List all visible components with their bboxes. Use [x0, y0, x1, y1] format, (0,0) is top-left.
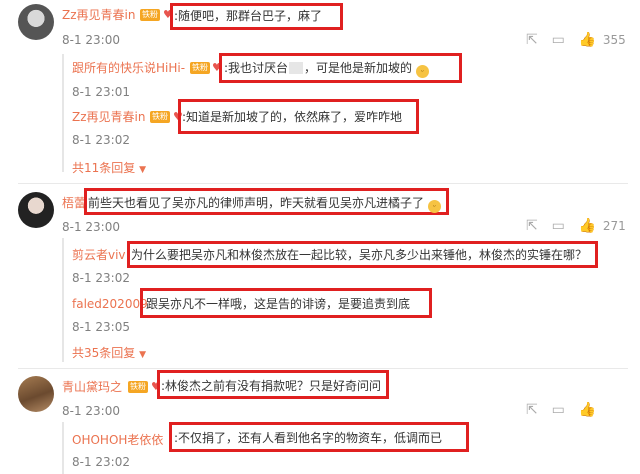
comment-actions: ⇱ ▭ 👍 [516, 402, 596, 418]
reply-text-part: ，可是他是新加坡的 [304, 61, 413, 75]
reply-time: 8-1 23:02 [72, 271, 130, 285]
reply-username[interactable]: OHOHOH老依依 [72, 433, 163, 447]
like-count: 355 [602, 33, 626, 47]
more-replies-label: 共35条回复 [72, 346, 136, 360]
comment-username[interactable]: 青山黛玛之 [62, 380, 122, 394]
reply-time: 8-1 23:02 [72, 133, 130, 147]
reply-text: 跟吴亦凡不一样哦，这是告的诽谤，是要追责到底 [146, 297, 411, 311]
avatar[interactable] [18, 4, 54, 40]
reply-username[interactable]: Zz再见青春in [72, 110, 145, 124]
share-icon[interactable]: ⇱ [526, 402, 538, 418]
more-replies-link[interactable]: 共35条回复 ▼ [72, 346, 146, 362]
like-icon[interactable]: 👍 [579, 402, 596, 418]
share-icon[interactable]: ⇱ [526, 218, 538, 234]
chevron-down-icon: ▼ [139, 350, 147, 360]
comment-time: 8-1 23:00 [62, 33, 120, 47]
more-replies-label: 共11条回复 [72, 161, 136, 175]
reply-thread-line [62, 238, 64, 362]
comment-icon[interactable]: ▭ [552, 32, 565, 48]
reply-time: 8-1 23:01 [72, 85, 130, 99]
smile-emoji-icon: ᵕ [415, 65, 429, 78]
fan-badge: 铁粉 [190, 62, 210, 74]
more-replies-link[interactable]: 共11条回复 ▼ [72, 161, 146, 177]
comment-text: :林俊杰之前有没有捐款呢？只是好奇问问 [161, 379, 382, 393]
comment-time: 8-1 23:00 [62, 220, 120, 234]
smile-emoji-icon: ᵕ [427, 200, 441, 213]
divider [18, 183, 628, 184]
comment-text: 前些天也看见了吴亦凡的律师声明，昨天就看见吴亦凡进橘子了 ᵕ [88, 196, 441, 213]
fan-badge: 铁粉 [128, 381, 148, 393]
reply-thread-line [62, 422, 64, 474]
reply-time: 8-1 23:02 [72, 455, 130, 469]
comment-time: 8-1 23:00 [62, 404, 120, 418]
reply-thread-line [62, 54, 64, 172]
comment-username[interactable]: Zz再见青春in [62, 8, 135, 22]
chevron-down-icon: ▼ [139, 165, 147, 175]
reply-time: 8-1 23:05 [72, 320, 130, 334]
avatar[interactable] [18, 192, 54, 228]
like-count: 271 [602, 219, 626, 233]
reply-text: :知道是新加坡了的，依然麻了，爱咋咋地 [182, 110, 403, 124]
fan-badge: 铁粉 [150, 111, 170, 123]
like-icon[interactable]: 👍 [579, 218, 596, 234]
reply-username[interactable]: 跟所有的快乐说HiHi- [72, 61, 185, 75]
comment-icon[interactable]: ▭ [552, 402, 565, 418]
like-icon[interactable]: 👍 [579, 32, 596, 48]
comment-icon[interactable]: ▭ [552, 218, 565, 234]
avatar[interactable] [18, 376, 54, 412]
comment-actions: ⇱ ▭ 👍 271 [516, 218, 626, 234]
comment-text-content: 前些天也看见了吴亦凡的律师声明，昨天就看见吴亦凡进橘子了 [88, 196, 425, 210]
reply-text: :不仅捐了，还有人看到他名字的物资车，低调而已 [174, 431, 443, 445]
comment-username[interactable]: 梧蕾 [62, 196, 86, 210]
comment-text: :随便吧，那群台巴子，麻了 [174, 9, 323, 23]
reply-username[interactable]: 剪云者viv [72, 248, 126, 262]
divider [18, 368, 628, 369]
reply-text: :我也讨厌台 ，可是他是新加坡的 ᵕ [224, 61, 429, 78]
reply-text: 为什么要把吴亦凡和林俊杰放在一起比较，吴亦凡多少出来锤他，林俊杰的实锤在哪？ [131, 248, 588, 262]
share-icon[interactable]: ⇱ [526, 32, 538, 48]
reply-username[interactable]: faled202009 [72, 297, 148, 311]
reply-text-part: :我也讨厌台 [224, 61, 289, 75]
comment-actions: ⇱ ▭ 👍 355 [516, 32, 626, 48]
fan-badge: 铁粉 [140, 9, 160, 21]
